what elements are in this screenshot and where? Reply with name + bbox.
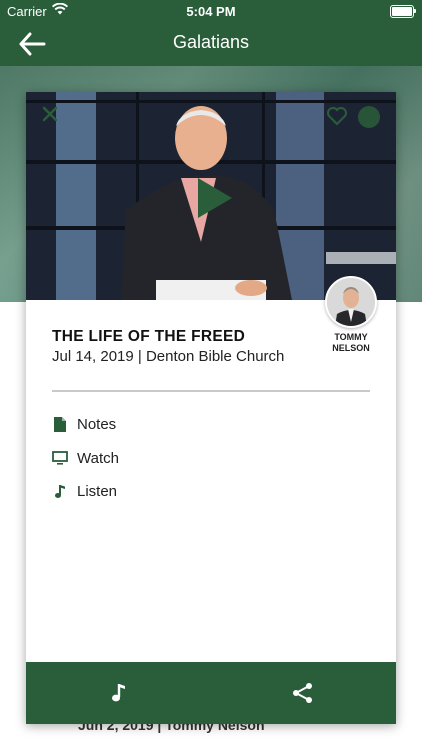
share-icon[interactable] [292, 682, 314, 709]
speaker-name: TOMMY NELSON [332, 332, 370, 353]
listen-label: Listen [77, 482, 118, 500]
sermon-card: TOMMY NELSON THE LIFE OF THE FREED Jul 14… [26, 92, 396, 724]
card-footer [26, 662, 396, 724]
music-note-icon[interactable] [110, 683, 126, 708]
listen-action[interactable]: Listen [52, 480, 117, 502]
watch-label: Watch [77, 449, 119, 467]
heart-icon[interactable] [326, 106, 348, 131]
play-icon[interactable] [196, 176, 234, 225]
watch-action[interactable]: Watch [52, 447, 119, 469]
monitor-icon [52, 450, 68, 466]
page-title: Galatians [172, 32, 250, 52]
document-icon [52, 416, 68, 432]
status-bar: Carrier 5:04 PM [0, 0, 422, 22]
sermon-title: THE LIFE OF THE FREED [52, 328, 246, 345]
close-icon[interactable] [42, 106, 58, 127]
nav-bar: Galatians [0, 22, 422, 66]
divider [52, 390, 370, 392]
avatar [325, 276, 377, 328]
sermon-meta: Jul 14, 2019 | Denton Bible Church [52, 348, 285, 365]
clock: 5:04 PM [186, 4, 236, 19]
more-options-icon[interactable] [358, 106, 380, 128]
video-player[interactable] [26, 92, 396, 300]
notes-action[interactable]: Notes [52, 413, 116, 435]
speaker-avatar[interactable]: TOMMY NELSON [325, 276, 377, 354]
music-note-icon [52, 483, 68, 499]
notes-label: Notes [77, 415, 117, 433]
battery-icon [390, 5, 416, 18]
